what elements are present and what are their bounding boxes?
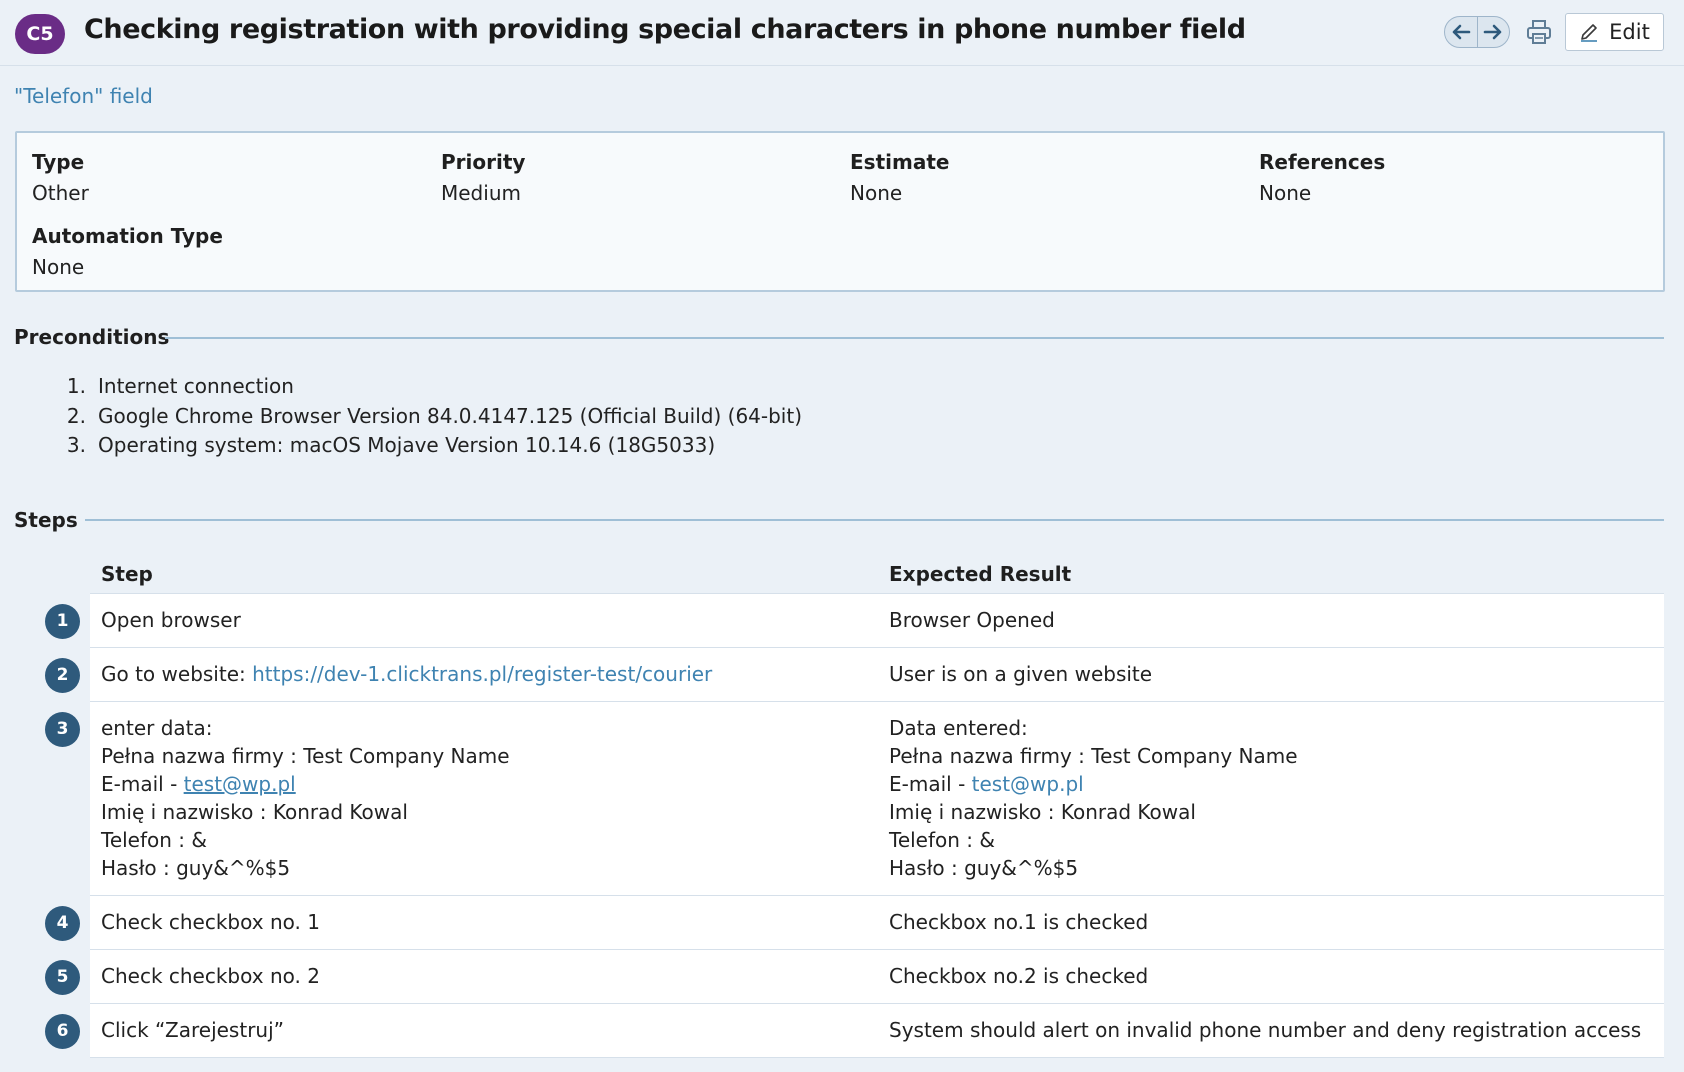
step-number-badge: 2 <box>45 658 80 693</box>
step-number-badge: 4 <box>45 906 80 941</box>
column-header-expected: Expected Result <box>889 562 1072 586</box>
edit-button[interactable]: Edit <box>1565 13 1664 51</box>
step-text: enter data: Pełna nazwa firmy : Test Com… <box>101 716 510 880</box>
step-text: Check checkbox no. 2 <box>101 964 320 988</box>
properties-panel: Type Other Priority Medium Estimate None… <box>15 131 1665 292</box>
property-label: References <box>1259 150 1386 174</box>
email-link[interactable]: test@wp.pl <box>184 772 296 796</box>
prev-next-nav <box>1444 16 1510 48</box>
print-button[interactable] <box>1523 15 1555 49</box>
table-row: Click “Zarejestruj” System should alert … <box>90 1004 1664 1058</box>
property-label: Estimate <box>850 150 950 174</box>
property-value: None <box>850 181 903 205</box>
property-estimate: Estimate None <box>850 150 949 205</box>
expected-text: System should alert on invalid phone num… <box>889 1018 1642 1042</box>
column-header-step: Step <box>101 562 153 586</box>
property-label: Automation Type <box>32 224 223 248</box>
page-title: Checking registration with providing spe… <box>84 14 1246 45</box>
property-priority: Priority Medium <box>441 150 525 205</box>
table-row: Check checkbox no. 1 Checkbox no.1 is ch… <box>90 896 1664 950</box>
expected-text: Data entered: Pełna nazwa firmy : Test C… <box>889 716 1298 880</box>
property-references: References None <box>1259 150 1385 205</box>
previous-case-button[interactable] <box>1445 17 1477 47</box>
expected-text: Browser Opened <box>889 608 1055 632</box>
pencil-icon <box>1581 24 1598 42</box>
step-number-badge: 5 <box>45 960 80 995</box>
property-label: Priority <box>441 150 526 174</box>
table-row: enter data: Pełna nazwa firmy : Test Com… <box>90 702 1664 896</box>
preconditions-heading: Preconditions <box>14 325 170 349</box>
property-value: Medium <box>441 181 521 205</box>
section-divider <box>165 337 1664 339</box>
property-type: Type Other <box>32 150 89 205</box>
printer-icon <box>1527 20 1551 44</box>
steps-heading: Steps <box>14 508 78 532</box>
expected-text: Checkbox no.2 is checked <box>889 964 1149 988</box>
step-text: Go to website: https://dev-1.clicktrans.… <box>101 662 713 686</box>
property-value: Other <box>32 181 89 205</box>
property-automation-type: Automation Type None <box>32 224 223 279</box>
list-item: 3. Operating system: macOS Mojave Versio… <box>66 433 716 457</box>
arrow-left-icon <box>1452 24 1471 40</box>
next-case-button[interactable] <box>1476 17 1510 47</box>
table-row: Go to website: https://dev-1.clicktrans.… <box>90 648 1664 702</box>
property-label: Type <box>32 150 85 174</box>
section-link[interactable]: "Telefon" field <box>14 84 153 108</box>
case-id-badge: C5 <box>15 14 65 54</box>
step-text: Click “Zarejestruj” <box>101 1018 285 1042</box>
list-item: 2. Google Chrome Browser Version 84.0.41… <box>66 403 803 428</box>
arrow-right-icon <box>1483 24 1502 40</box>
expected-text: Checkbox no.1 is checked <box>889 910 1149 934</box>
case-header: C5 Checking registration with providing … <box>0 0 1684 66</box>
step-number-badge: 6 <box>45 1014 80 1049</box>
preconditions-list: 1. Internet connection 2. Google Chrome … <box>62 374 802 463</box>
list-item: 1. Internet connection <box>66 374 294 398</box>
property-value: None <box>32 255 85 279</box>
table-row: Open browser Browser Opened <box>90 594 1664 648</box>
steps-table-header: Step Expected Result <box>90 562 1664 594</box>
email-link[interactable]: test@wp.pl <box>972 772 1084 796</box>
expected-text: User is on a given website <box>889 662 1153 686</box>
step-text: Check checkbox no. 1 <box>101 910 320 934</box>
step-number-badge: 1 <box>45 604 80 639</box>
table-row: Check checkbox no. 2 Checkbox no.2 is ch… <box>90 950 1664 1004</box>
property-value: None <box>1259 181 1312 205</box>
step-text: Open browser <box>101 608 241 632</box>
edit-button-label: Edit <box>1609 20 1650 44</box>
step-number-badge: 3 <box>45 712 80 747</box>
section-divider <box>85 519 1664 521</box>
website-link[interactable]: https://dev-1.clicktrans.pl/register-tes… <box>252 662 712 686</box>
